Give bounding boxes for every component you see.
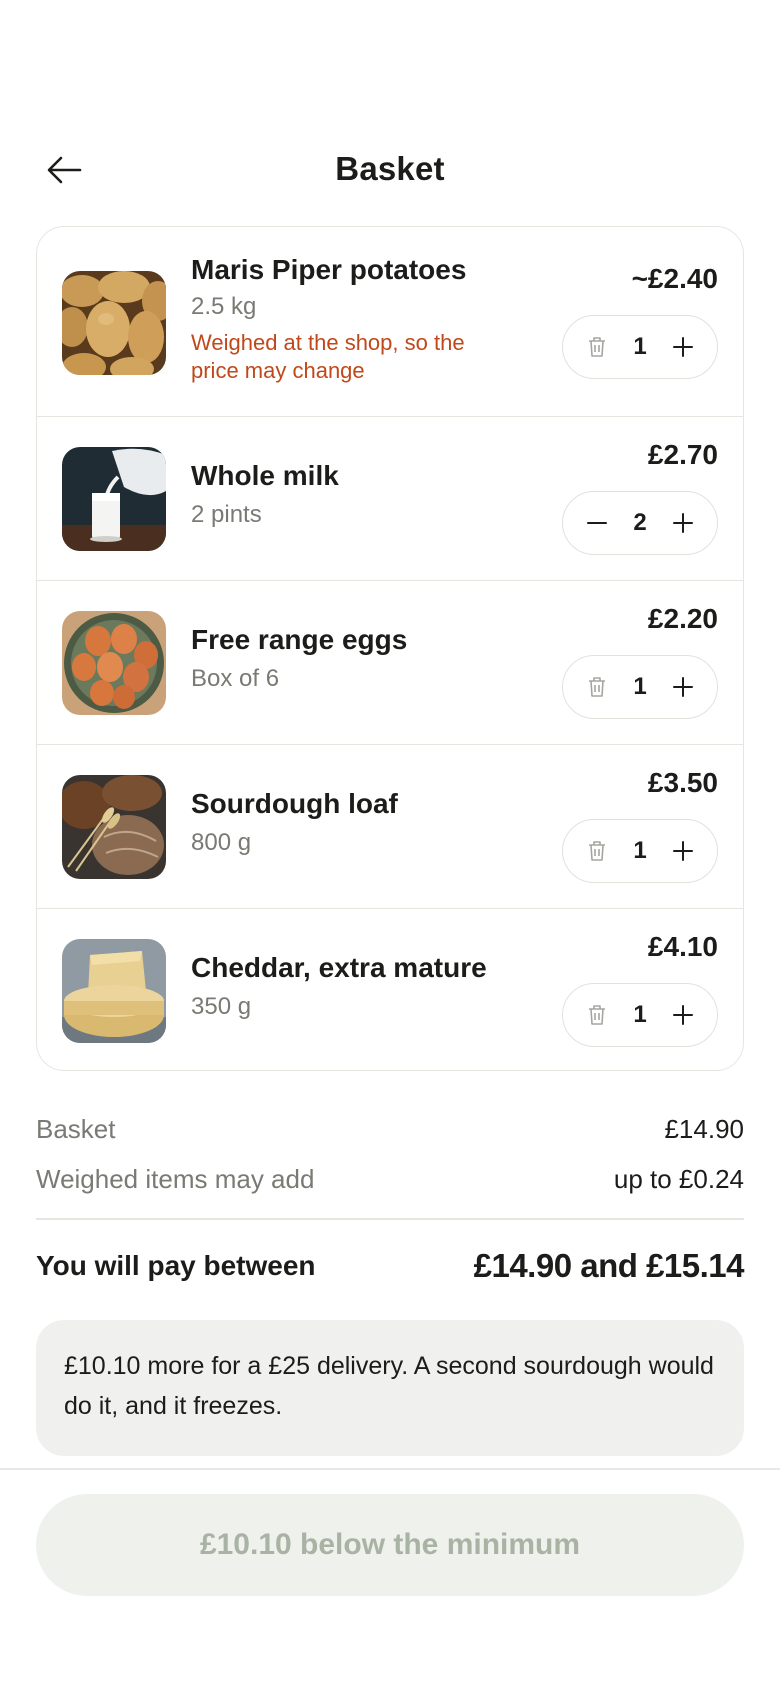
item-info: Cheddar, extra mature 350 g <box>191 951 487 1023</box>
quantity-stepper: 1 <box>562 655 718 719</box>
plus-icon <box>673 841 693 861</box>
weighed-items-row: Weighed items may add up to £0.24 <box>36 1162 744 1196</box>
plus-icon <box>673 513 693 533</box>
product-image-eggs <box>62 611 166 715</box>
product-image-milk <box>62 447 166 551</box>
increase-button[interactable] <box>665 329 701 365</box>
basket-subtotal-row: Basket £14.90 <box>36 1112 744 1146</box>
trash-icon <box>589 337 605 357</box>
checkout-button[interactable]: £10.10 below the minimum <box>36 1494 744 1596</box>
quantity-stepper: 1 <box>562 983 718 1047</box>
item-price: £2.20 <box>647 603 718 634</box>
total-value: £14.90 and £15.14 <box>473 1247 745 1284</box>
increase-button[interactable] <box>665 997 701 1033</box>
plus-icon <box>673 677 693 697</box>
item-name: Whole milk <box>191 460 339 491</box>
quantity-value: 1 <box>633 1001 647 1028</box>
quantity-stepper: 1 <box>562 819 718 883</box>
weighed-items-label: Weighed items may add <box>36 1164 315 1194</box>
subtotal-label: Basket <box>36 1114 116 1144</box>
decrease-button[interactable] <box>579 505 615 541</box>
item-info: Maris Piper potatoes 2.5 kg Weighed at t… <box>191 253 511 385</box>
summary-divider <box>36 1218 744 1220</box>
increase-button[interactable] <box>665 833 701 869</box>
item-detail: 350 g <box>191 993 252 1020</box>
total-label: You will pay between <box>36 1250 316 1281</box>
order-summary: Basket £14.90 Weighed items may add up t… <box>36 1112 744 1196</box>
plus-icon <box>673 337 693 357</box>
item-detail: 2 pints <box>191 501 262 528</box>
basket-item: Maris Piper potatoes 2.5 kg Weighed at t… <box>37 227 743 417</box>
trash-icon <box>589 677 605 697</box>
basket-item: Free range eggs Box of 6 £2.20 1 <box>37 581 743 745</box>
delivery-hint: £10.10 more for a £25 delivery. A second… <box>36 1320 744 1456</box>
basket-item: Sourdough loaf 800 g £3.50 1 <box>37 745 743 909</box>
footer-divider <box>0 1468 780 1470</box>
basket-item: Cheddar, extra mature 350 g £4.10 1 <box>37 909 743 1070</box>
quantity-stepper: 1 <box>562 315 718 379</box>
item-price: £4.10 <box>647 931 718 962</box>
quantity-value: 1 <box>633 837 647 864</box>
quantity-stepper: 2 <box>562 491 718 555</box>
basket-list: Maris Piper potatoes 2.5 kg Weighed at t… <box>36 226 744 1071</box>
item-info: Sourdough loaf 800 g <box>191 787 398 859</box>
item-info: Whole milk 2 pints <box>191 459 339 531</box>
weighed-warning: Weighed at the shop, so the price may ch… <box>191 330 465 383</box>
trash-icon <box>589 1005 605 1025</box>
product-image-cheddar <box>62 939 166 1043</box>
minus-icon <box>587 522 607 524</box>
item-info: Free range eggs Box of 6 <box>191 623 407 695</box>
subtotal-value: £14.90 <box>664 1114 744 1144</box>
trash-icon <box>589 841 605 861</box>
remove-button[interactable] <box>579 669 615 705</box>
item-detail: Box of 6 <box>191 665 280 692</box>
remove-button[interactable] <box>579 997 615 1033</box>
header: Basket <box>0 140 780 200</box>
quantity-value: 1 <box>633 333 647 360</box>
item-price: £3.50 <box>647 767 718 798</box>
basket-item: Whole milk 2 pints £2.70 2 <box>37 417 743 581</box>
item-name: Sourdough loaf <box>191 788 398 819</box>
item-price: £2.70 <box>647 439 718 470</box>
item-name: Maris Piper potatoes <box>191 254 467 285</box>
item-name: Free range eggs <box>191 624 408 655</box>
increase-button[interactable] <box>665 669 701 705</box>
product-image-sourdough <box>62 775 166 879</box>
remove-button[interactable] <box>579 833 615 869</box>
weighed-items-value: up to £0.24 <box>613 1164 744 1194</box>
product-image-potatoes <box>62 271 166 375</box>
item-name: Cheddar, extra mature <box>191 952 487 983</box>
item-detail: 2.5 kg <box>191 293 257 320</box>
remove-button[interactable] <box>579 329 615 365</box>
item-detail: 800 g <box>191 829 252 856</box>
quantity-value: 1 <box>633 673 647 700</box>
item-price: ~£2.40 <box>631 263 718 294</box>
total-row: You will pay between £14.90 and £15.14 <box>36 1244 745 1288</box>
plus-icon <box>673 1005 693 1025</box>
quantity-value: 2 <box>633 509 647 536</box>
page-title: Basket <box>335 150 445 187</box>
increase-button[interactable] <box>665 505 701 541</box>
